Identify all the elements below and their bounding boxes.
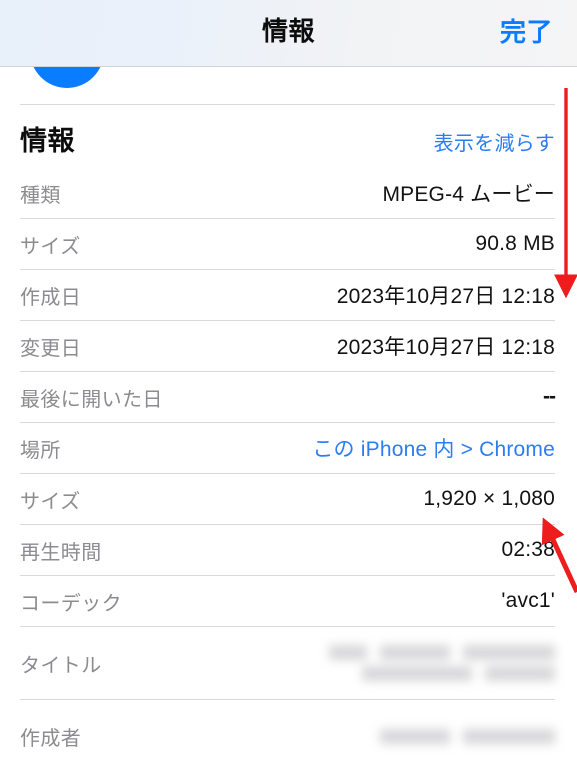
info-row-value: MPEG-4 ムービー [382,183,555,206]
info-row-value: 2023年10月27日 12:18 [336,336,555,359]
info-row: 作成日 2023年10月27日 12:18 [0,270,577,320]
info-section-header: 情報 表示を減らす [0,105,577,168]
redacted-line [362,666,555,681]
info-row-value: 90.8 MB [475,232,555,255]
redacted-line [329,645,555,660]
info-row: 種類 MPEG-4 ムービー [0,168,577,218]
navigation-bar: 情報 完了 [0,0,577,67]
redacted-chunk [463,728,555,744]
info-row-value: 02:38 [501,538,555,561]
info-row-label: 作成日 [20,286,82,309]
redacted-value [380,728,555,744]
info-row-label: 種類 [20,184,61,207]
info-row-label: 作成者 [20,727,82,750]
info-row: サイズ 1,920 × 1,080 [0,474,577,524]
info-row-label: 場所 [20,439,61,462]
info-row: 最後に開いた日 -- [0,372,577,422]
page-title: 情報 [261,16,315,46]
info-row-label: 再生時間 [20,541,102,564]
info-row: 作成者 [0,700,577,768]
info-row-value: 2023年10月27日 12:18 [336,285,555,308]
info-row: タイトル [0,627,577,699]
info-row-value: 'avc1' [501,589,555,612]
done-button[interactable]: 完了 [500,12,553,49]
redacted-chunk [329,645,367,660]
info-row: コーデック 'avc1' [0,576,577,626]
redacted-chunk [380,645,450,660]
info-row-label: 変更日 [20,337,82,360]
info-row-label: タイトル [20,654,102,677]
info-row-label: 最後に開いた日 [20,388,163,411]
info-row-label: サイズ [20,490,81,513]
info-row-value[interactable]: この iPhone 内 > Chrome [312,433,555,463]
redacted-chunk [463,645,555,660]
info-row[interactable]: 場所 この iPhone 内 > Chrome [0,423,577,473]
info-row-value: -- [543,385,556,408]
redacted-line [380,728,555,744]
info-rows-container: 種類 MPEG-4 ムービーサイズ 90.8 MB 作成日 2023年10月27日 12… [0,168,577,768]
show-less-link[interactable]: 表示を減らす [434,127,555,156]
info-row-label: サイズ [20,235,81,258]
redacted-value [329,645,555,681]
info-row: 再生時間 02:38 [0,525,577,575]
info-row-label: コーデック [20,592,122,615]
section-title: 情報 [20,126,75,156]
info-row: 変更日 2023年10月27日 12:18 [0,321,577,371]
redacted-chunk [380,728,450,744]
info-list[interactable]: 情報 表示を減らす 種類 MPEG-4 ムービーサイズ 90.8 MB 作成日 2023… [0,67,577,768]
info-row-value: 1,920 × 1,080 [423,487,555,510]
redacted-chunk [485,666,555,681]
file-info-screen: 情報 完了 情報 表示を減らす 種類 MPEG-4 ムービーサイズ 90.8 MB 作… [0,0,577,768]
redacted-chunk [362,666,472,681]
info-row: サイズ 90.8 MB [0,219,577,269]
